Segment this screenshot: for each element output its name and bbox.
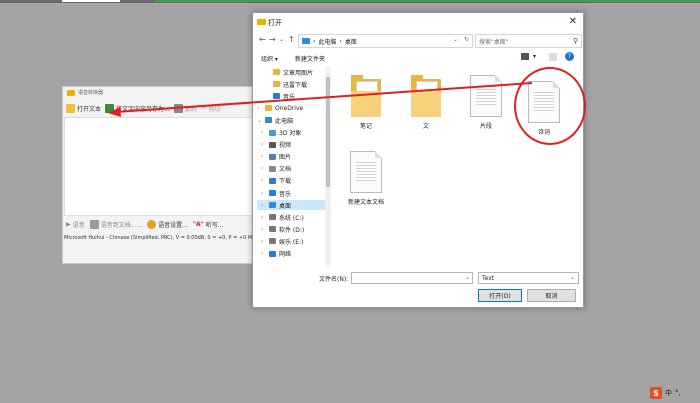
sogou-ime-icon[interactable]: S: [650, 387, 662, 399]
ime-mode-indicator[interactable]: 中: [665, 388, 672, 398]
system-tray: S 中 °,: [650, 386, 698, 400]
annotation-arrow: [108, 82, 533, 117]
punctuation-icon[interactable]: °,: [675, 389, 681, 397]
